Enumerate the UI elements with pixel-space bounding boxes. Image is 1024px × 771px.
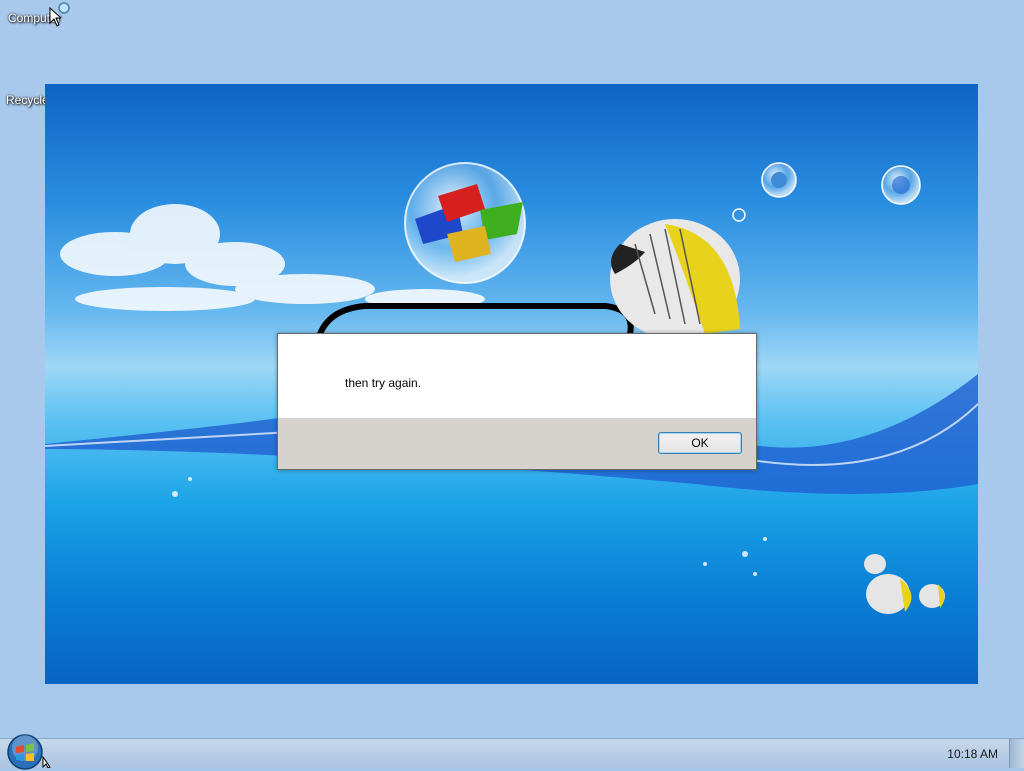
mouse-cursor-icon <box>42 756 51 768</box>
small-fishes <box>864 554 945 614</box>
mouse-cursor-icon <box>49 7 61 27</box>
start-button[interactable] <box>6 733 44 771</box>
taskbar-clock[interactable]: 10:18 AM <box>947 747 998 761</box>
dialog-message: then try again. <box>345 376 422 390</box>
taskbar <box>0 738 1024 769</box>
small-bubbles <box>732 162 921 222</box>
ok-button[interactable]: OK <box>658 432 742 454</box>
show-desktop-button[interactable] <box>1009 739 1024 768</box>
windows-logo-bubble <box>404 162 526 284</box>
message-dialog: then try again. OK <box>277 333 757 470</box>
butterfly-fish <box>610 219 740 339</box>
dialog-footer: OK <box>278 418 756 469</box>
